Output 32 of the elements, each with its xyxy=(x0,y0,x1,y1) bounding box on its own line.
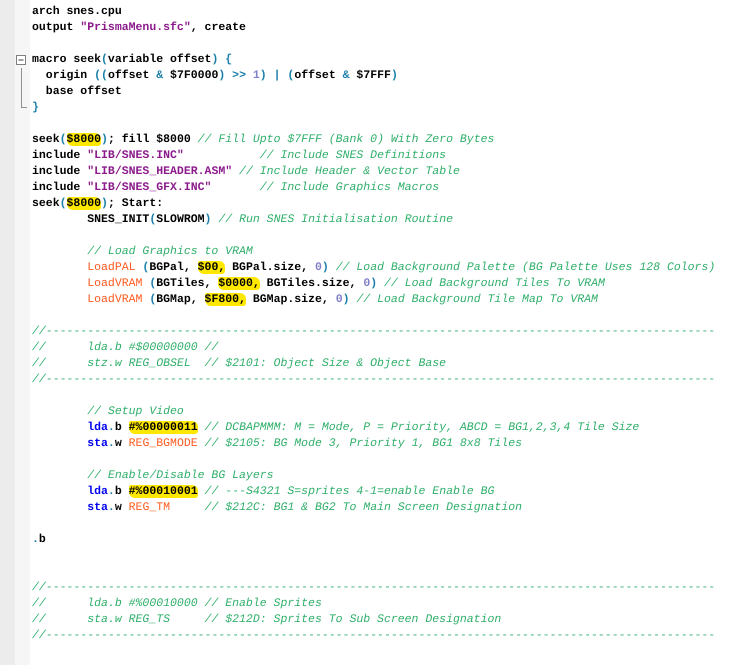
code-line: // lda.b #$00000000 // xyxy=(31,340,218,356)
code-line: // lda.b #%00010000 // Enable Sprites xyxy=(31,596,322,612)
code-line: lda.b #%00000011 // DCBAPMMM: M = Mode, P = Priority, ABCD = BG1,2,3,4 Tile Size xyxy=(86,420,640,436)
code-line: LoadVRAM (BGMap, $F800, BGMap.size, 0) // Load Background Tile Map To VRAM xyxy=(86,292,598,308)
code-line: seek($8000); fill $8000 // Fill Upto $7FFF (Bank 0) With Zero Bytes xyxy=(31,132,494,148)
code-line: include "LIB/SNES.INC" // Include SNES Definitions xyxy=(31,148,446,164)
code-line: // stz.w REG_OBSEL // $2101: Object Size & Object Base xyxy=(31,356,446,372)
code-line: .b xyxy=(31,532,46,548)
code-line: //------------------------------------------------------------------------------------------------- xyxy=(31,628,716,644)
code-line: output "PrismaMenu.sfc", create xyxy=(31,20,246,36)
code-line: // Enable/Disable BG Layers xyxy=(86,468,274,484)
code-line: //------------------------------------------------------------------------------------------------- xyxy=(31,324,716,340)
code-line: base offset xyxy=(44,84,122,100)
fold-toggle-icon[interactable] xyxy=(16,55,26,65)
code-line: // Setup Video xyxy=(86,404,184,420)
code-line: arch snes.cpu xyxy=(31,4,122,20)
code-line: origin ((offset & $7F0000) >> 1) | (offset & $7FFF) xyxy=(44,68,398,84)
code-line: // sta.w REG_TS // $212D: Sprites To Sub Screen Designation xyxy=(31,612,502,628)
code-line: //------------------------------------------------------------------------------------------------- xyxy=(31,372,716,388)
code-line: SNES_INIT(SLOWROM) // Run SNES Initialisation Routine xyxy=(86,212,453,228)
code-line: include "LIB/SNES_GFX.INC" // Include Graphics Macros xyxy=(31,180,440,196)
code-line: sta.w REG_BGMODE // $2105: BG Mode 3, Priority 1, BG1 8x8 Tiles xyxy=(86,436,522,452)
code-line: macro seek(variable offset) { xyxy=(31,52,232,68)
code-line: seek($8000); Start: xyxy=(31,196,164,212)
code-line: LoadPAL (BGPal, $00, BGPal.size, 0) // Load Background Palette (BG Palette Uses 128 Colors) xyxy=(86,260,716,276)
code-line: LoadVRAM (BGTiles, $0000, BGTiles.size, 0) // Load Background Tiles To VRAM xyxy=(86,276,605,292)
code-line: //------------------------------------------------------------------------------------------------- xyxy=(31,580,716,596)
code-line: lda.b #%00010001 // ---S4321 S=sprites 4-1=enable Enable BG xyxy=(86,484,494,500)
code-line: include "LIB/SNES_HEADER.ASM" // Include Header & Vector Table xyxy=(31,164,460,180)
code-line: // Load Graphics to VRAM xyxy=(86,244,253,260)
code-line: } xyxy=(31,100,39,116)
code-line: sta.w REG_TM // $212C: BG1 & BG2 To Main Screen Designation xyxy=(86,500,522,516)
